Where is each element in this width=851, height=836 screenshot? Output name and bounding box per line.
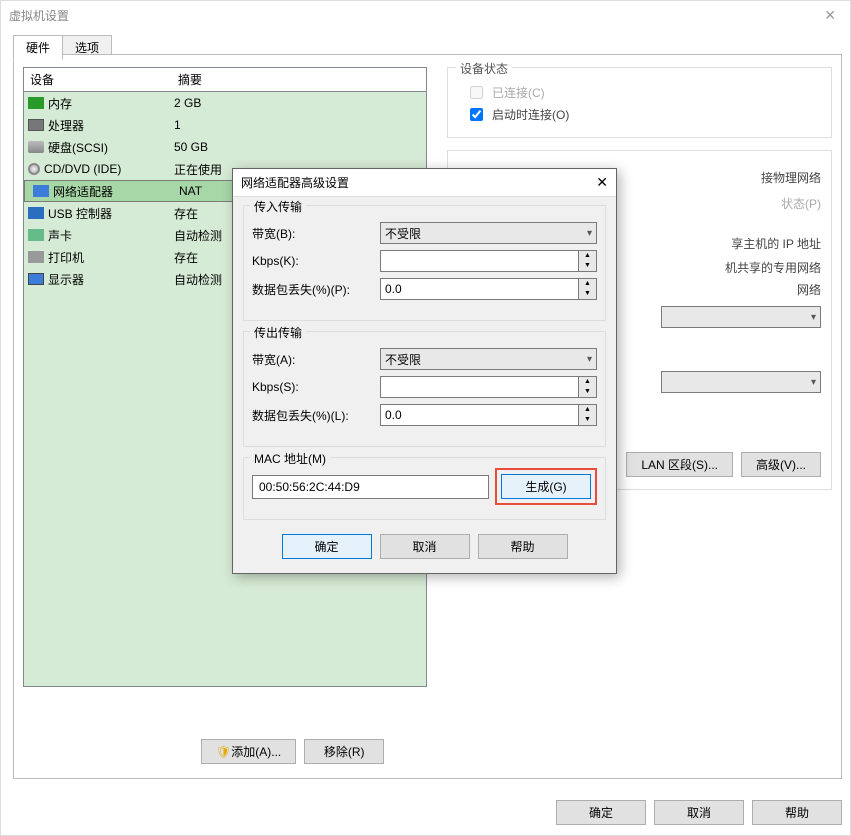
help-button[interactable]: 帮助 bbox=[752, 800, 842, 825]
partial-share-ip: 享主机的 IP 地址 bbox=[731, 235, 821, 252]
mac-legend: MAC 地址(M) bbox=[250, 450, 330, 467]
incoming-bandwidth-label: 带宽(B): bbox=[252, 225, 380, 242]
advanced-settings-dialog: 网络适配器高级设置 ✕ 传入传输 带宽(B): 不受限▾ Kbps(K): ▲▼… bbox=[232, 168, 617, 574]
advanced-button[interactable]: 高级(V)... bbox=[741, 452, 821, 477]
dialog-cancel-button[interactable]: 取消 bbox=[380, 534, 470, 559]
dialog-help-button[interactable]: 帮助 bbox=[478, 534, 568, 559]
chevron-down-icon: ▾ bbox=[587, 228, 592, 239]
hdd-icon bbox=[28, 141, 44, 153]
outgoing-loss-label: 数据包丢失(%)(L): bbox=[252, 407, 380, 424]
dialog-body: 传入传输 带宽(B): 不受限▾ Kbps(K): ▲▼ 数据包丢失(%)(P)… bbox=[233, 197, 616, 573]
chevron-down-icon[interactable]: ▼ bbox=[579, 261, 596, 271]
dialog-ok-button[interactable]: 确定 bbox=[282, 534, 372, 559]
chevron-up-icon[interactable]: ▲ bbox=[579, 251, 596, 261]
partial-physical-net: 接物理网络 bbox=[761, 169, 821, 186]
partial-private-net: 机共享的专用网络 bbox=[725, 259, 821, 276]
cancel-button[interactable]: 取消 bbox=[654, 800, 744, 825]
shield-icon: 🛡 bbox=[216, 745, 231, 759]
spinner[interactable]: ▲▼ bbox=[579, 278, 597, 300]
network-select-2[interactable]: ▾ bbox=[661, 371, 821, 393]
sound-icon bbox=[28, 229, 44, 241]
col-device[interactable]: 设备 bbox=[24, 68, 172, 91]
dialog-title: 网络适配器高级设置 bbox=[241, 174, 349, 191]
incoming-kbps-input[interactable] bbox=[380, 250, 579, 272]
remove-button[interactable]: 移除(R) bbox=[304, 739, 384, 764]
usb-icon bbox=[28, 207, 44, 219]
chevron-up-icon[interactable]: ▲ bbox=[579, 279, 596, 289]
outgoing-kbps-input[interactable] bbox=[380, 376, 579, 398]
ok-button[interactable]: 确定 bbox=[556, 800, 646, 825]
chevron-down-icon[interactable]: ▼ bbox=[579, 387, 596, 397]
network-icon bbox=[33, 185, 49, 197]
outgoing-bandwidth-label: 带宽(A): bbox=[252, 351, 380, 368]
network-select-1[interactable]: ▾ bbox=[661, 306, 821, 328]
spinner[interactable]: ▲▼ bbox=[579, 404, 597, 426]
table-row[interactable]: 内存2 GB bbox=[24, 92, 426, 114]
add-button[interactable]: 🛡添加(A)... bbox=[201, 739, 296, 764]
bottom-bar: 确定 取消 帮助 bbox=[556, 800, 842, 825]
chevron-down-icon: ▾ bbox=[811, 312, 816, 323]
generate-highlight: 生成(G) bbox=[495, 468, 597, 505]
incoming-loss-input[interactable] bbox=[380, 278, 579, 300]
checkbox-connect-at-power-input[interactable] bbox=[470, 108, 483, 121]
spinner[interactable]: ▲▼ bbox=[579, 376, 597, 398]
display-icon bbox=[28, 273, 44, 285]
printer-icon bbox=[28, 251, 44, 263]
incoming-bandwidth-select[interactable]: 不受限▾ bbox=[380, 222, 597, 244]
outgoing-group: 传出传输 带宽(A): 不受限▾ Kbps(S): ▲▼ 数据包丢失(%)(L)… bbox=[243, 331, 606, 447]
cd-icon bbox=[28, 163, 40, 175]
chevron-up-icon[interactable]: ▲ bbox=[579, 405, 596, 415]
memory-icon bbox=[28, 97, 44, 109]
generate-button[interactable]: 生成(G) bbox=[501, 474, 591, 499]
chevron-down-icon: ▾ bbox=[587, 354, 592, 365]
partial-network: 网络 bbox=[797, 281, 821, 298]
checkbox-connected-input bbox=[470, 86, 483, 99]
incoming-loss-label: 数据包丢失(%)(P): bbox=[252, 281, 380, 298]
mac-address-input[interactable] bbox=[252, 475, 489, 499]
spinner[interactable]: ▲▼ bbox=[579, 250, 597, 272]
device-status-group: 设备状态 已连接(C) 启动时连接(O) bbox=[447, 67, 832, 138]
chevron-down-icon[interactable]: ▼ bbox=[579, 415, 596, 425]
outgoing-kbps-label: Kbps(S): bbox=[252, 380, 380, 394]
table-row[interactable]: 硬盘(SCSI)50 GB bbox=[24, 136, 426, 158]
cpu-icon bbox=[28, 119, 44, 131]
hardware-list-header: 设备 摘要 bbox=[24, 68, 426, 92]
device-status-legend: 设备状态 bbox=[456, 60, 512, 77]
chevron-down-icon[interactable]: ▼ bbox=[579, 289, 596, 299]
outgoing-loss-input[interactable] bbox=[380, 404, 579, 426]
incoming-kbps-label: Kbps(K): bbox=[252, 254, 380, 268]
table-row[interactable]: 处理器1 bbox=[24, 114, 426, 136]
lan-segments-button[interactable]: LAN 区段(S)... bbox=[626, 452, 733, 477]
chevron-down-icon: ▾ bbox=[811, 377, 816, 388]
dialog-buttons: 确定 取消 帮助 bbox=[243, 530, 606, 561]
close-icon[interactable]: ✕ bbox=[596, 174, 608, 191]
checkbox-connected: 已连接(C) bbox=[466, 83, 821, 102]
checkbox-connect-at-power[interactable]: 启动时连接(O) bbox=[466, 105, 821, 124]
partial-state: 状态(P) bbox=[781, 195, 821, 212]
close-icon[interactable]: ✕ bbox=[818, 5, 842, 26]
titlebar: 虚拟机设置 ✕ bbox=[1, 1, 850, 29]
incoming-legend: 传入传输 bbox=[250, 198, 306, 215]
outgoing-bandwidth-select[interactable]: 不受限▾ bbox=[380, 348, 597, 370]
outgoing-legend: 传出传输 bbox=[250, 324, 306, 341]
window-title: 虚拟机设置 bbox=[9, 7, 69, 24]
hardware-buttons: 🛡添加(A)... 移除(R) bbox=[201, 739, 384, 764]
chevron-up-icon[interactable]: ▲ bbox=[579, 377, 596, 387]
incoming-group: 传入传输 带宽(B): 不受限▾ Kbps(K): ▲▼ 数据包丢失(%)(P)… bbox=[243, 205, 606, 321]
col-summary[interactable]: 摘要 bbox=[172, 68, 426, 91]
mac-group: MAC 地址(M) 生成(G) bbox=[243, 457, 606, 520]
tab-hardware[interactable]: 硬件 bbox=[13, 35, 63, 60]
dialog-titlebar: 网络适配器高级设置 ✕ bbox=[233, 169, 616, 197]
